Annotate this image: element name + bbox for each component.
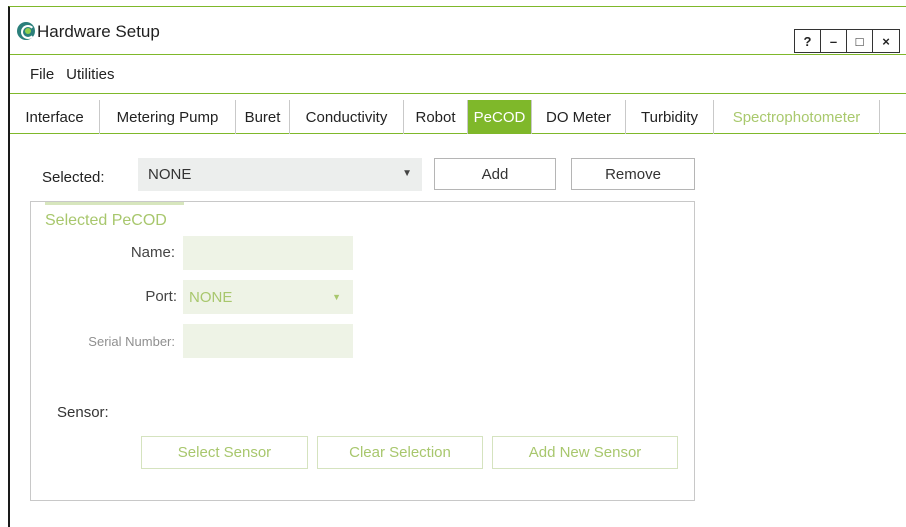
serial-number-field[interactable] [183, 324, 353, 358]
sensor-label: Sensor: [57, 404, 109, 421]
selected-dropdown[interactable]: NONE ▼ [138, 158, 422, 191]
menu-utilities[interactable]: Utilities [66, 66, 114, 83]
port-label: Port: [145, 288, 177, 305]
selected-row: Selected: NONE ▼ Add Remove [10, 155, 710, 191]
group-title-underline [45, 202, 184, 205]
hardware-setup-window: Hardware Setup ? – □ × File Utilities In… [8, 6, 906, 527]
select-sensor-button[interactable]: Select Sensor [141, 436, 308, 469]
name-label: Name: [130, 244, 175, 261]
chevron-down-icon: ▼ [402, 168, 412, 179]
window-title: Hardware Setup [37, 22, 160, 41]
chevron-down-icon: ▼ [332, 292, 341, 302]
selected-pecod-group: Selected PeCOD Name: Port: NONE ▼ Serial… [30, 201, 695, 501]
serial-number-label: Serial Number: [88, 334, 175, 349]
menu-file[interactable]: File [30, 66, 54, 83]
window-controls: ? – □ × [794, 29, 900, 53]
remove-button[interactable]: Remove [571, 158, 695, 190]
minimize-button[interactable]: – [821, 30, 847, 52]
tab-bar: Interface Metering Pump Buret Conductivi… [10, 100, 906, 134]
tab-metering-pump[interactable]: Metering Pump [100, 100, 236, 134]
tab-robot[interactable]: Robot [404, 100, 468, 134]
group-title: Selected PeCOD [45, 212, 167, 229]
tab-conductivity[interactable]: Conductivity [290, 100, 404, 134]
tab-pecod[interactable]: PeCOD [468, 100, 532, 134]
title-bar: Hardware Setup ? – □ × [10, 7, 906, 53]
port-dropdown-value: NONE [189, 288, 233, 306]
add-button[interactable]: Add [434, 158, 556, 190]
port-dropdown[interactable]: NONE ▼ [183, 280, 353, 314]
tab-buret[interactable]: Buret [236, 100, 290, 134]
name-field[interactable] [183, 236, 353, 270]
tab-interface[interactable]: Interface [10, 100, 100, 134]
clear-selection-button[interactable]: Clear Selection [317, 436, 483, 469]
tab-do-meter[interactable]: DO Meter [532, 100, 626, 134]
tab-turbidity[interactable]: Turbidity [626, 100, 714, 134]
selected-dropdown-value: NONE [148, 166, 192, 183]
menu-bar: File Utilities [10, 54, 906, 94]
app-logo-icon [17, 22, 35, 40]
selected-label: Selected: [42, 169, 105, 186]
help-button[interactable]: ? [795, 30, 821, 52]
close-button[interactable]: × [873, 30, 899, 52]
add-new-sensor-button[interactable]: Add New Sensor [492, 436, 678, 469]
tab-spectrophotometer: Spectrophotometer [714, 100, 880, 134]
maximize-button[interactable]: □ [847, 30, 873, 52]
